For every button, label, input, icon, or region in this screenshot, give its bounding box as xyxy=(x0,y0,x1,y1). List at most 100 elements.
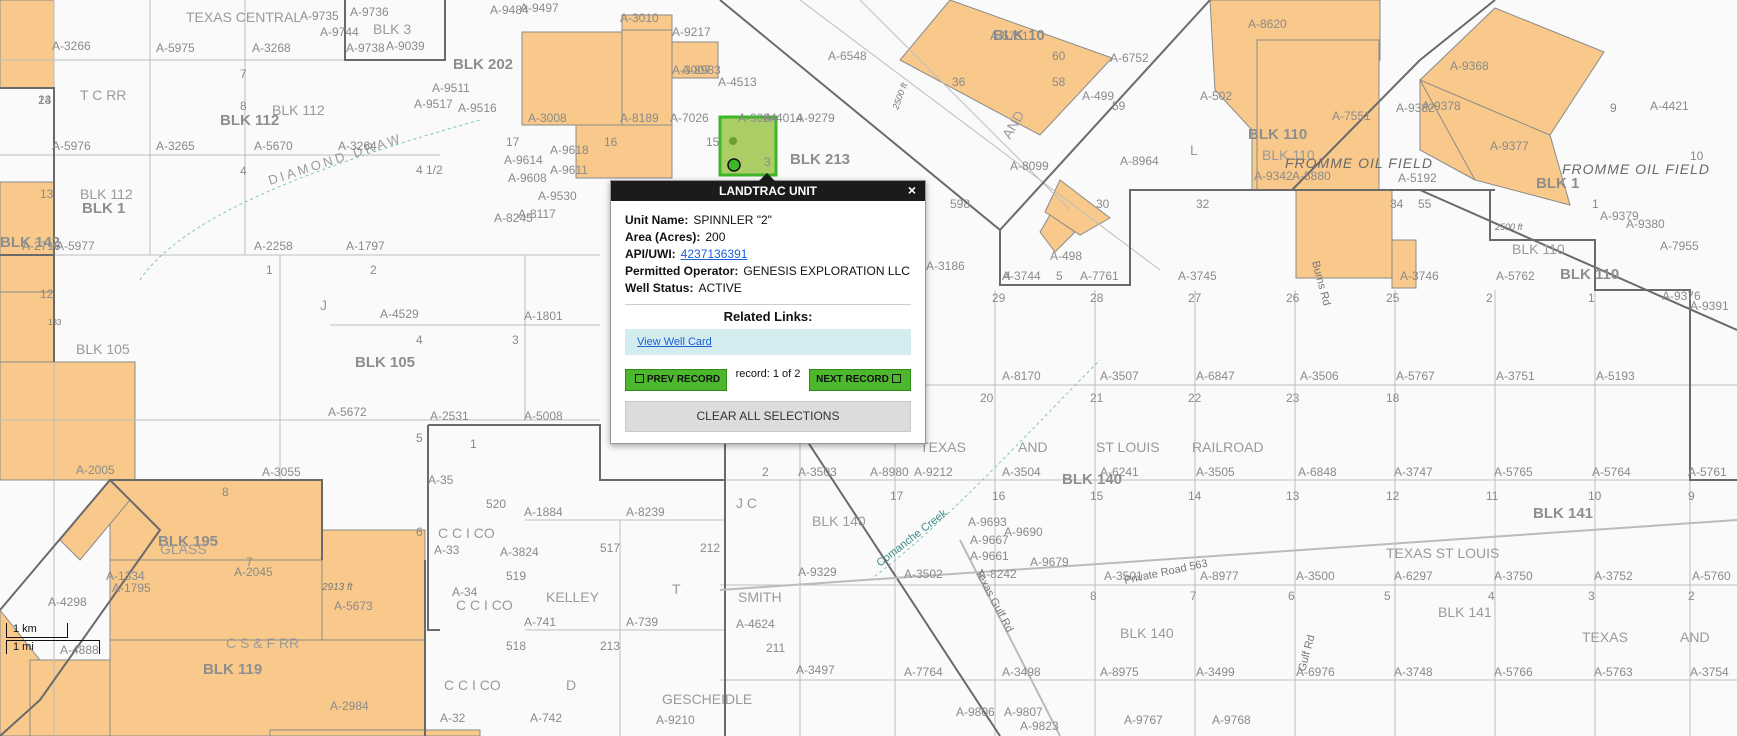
survey-label: J C xyxy=(736,495,757,511)
well-marker-selected[interactable] xyxy=(727,158,741,172)
section-number: 16 xyxy=(604,135,618,149)
abstract-label: A-8620 xyxy=(1248,17,1287,31)
next-record-button[interactable]: NEXT RECORD xyxy=(809,369,911,391)
abstract-label: A-5766 xyxy=(1494,665,1533,679)
section-number: 60 xyxy=(1052,49,1066,63)
popup-header: LANDTRAC UNIT × xyxy=(611,181,925,201)
square-icon xyxy=(891,373,901,383)
popup-pointer xyxy=(759,173,775,181)
abstract-label: A-1884 xyxy=(524,505,563,519)
abstract-label: A-3186 xyxy=(926,259,965,273)
field-label: Area (Acres): xyxy=(625,230,701,244)
section-number: 212 xyxy=(700,541,720,555)
section-number: 9 xyxy=(1688,489,1695,503)
section-number: 5 xyxy=(1056,269,1063,283)
prev-record-button[interactable]: PREV RECORD xyxy=(625,369,727,391)
block-label: BLK 119 xyxy=(203,661,262,678)
abstract-label: A-9511 xyxy=(432,81,470,95)
record-counter: record: 1 of 2 xyxy=(735,368,801,380)
field-label: Permitted Operator: xyxy=(625,264,739,278)
section-number: 29 xyxy=(992,291,1006,305)
scale-bar: 1 km 1 mi xyxy=(6,623,106,657)
abstract-label: A-9744 xyxy=(320,25,359,39)
abstract-label: A-3264 xyxy=(338,139,377,153)
clear-all-selections-button[interactable]: CLEAR ALL SELECTIONS xyxy=(625,401,911,432)
abstract-label: A-3502 xyxy=(904,567,943,581)
abstract-label: A-9517 xyxy=(414,97,453,111)
abstract-label: A-8975 xyxy=(1100,665,1139,679)
distance-label: 2500 ft xyxy=(1494,222,1523,232)
block-label: BLK 110 xyxy=(1560,266,1619,283)
abstract-label: A-5880 xyxy=(1292,169,1331,183)
section-number: 520 xyxy=(486,497,506,511)
abstract-label: A-33 xyxy=(434,543,460,557)
section-number: 4 xyxy=(1004,269,1011,283)
section-number: 58 xyxy=(1052,75,1066,89)
section-number: 518 xyxy=(506,639,526,653)
abstract-label: A-3754 xyxy=(1690,665,1729,679)
block-label: BLK 112 xyxy=(272,102,325,118)
well-marker[interactable] xyxy=(729,137,737,145)
abstract-label: A-2045 xyxy=(234,565,273,579)
survey-label: J xyxy=(320,297,327,313)
section-number: 8 xyxy=(240,99,247,113)
section-number: 13 xyxy=(38,93,52,107)
section-number: 7 xyxy=(1190,589,1197,603)
section-number: 1 xyxy=(1592,197,1599,211)
section-number: 598 xyxy=(950,197,970,211)
abstract-label: A-9736 xyxy=(350,5,389,19)
section-number: 5 xyxy=(1384,589,1391,603)
divider xyxy=(625,304,911,305)
view-well-card-link[interactable]: View Well Card xyxy=(637,336,712,348)
section-number: 12 xyxy=(40,287,54,301)
section-number: 25 xyxy=(1386,291,1400,305)
popup-title: LANDTRAC UNIT xyxy=(719,184,817,198)
section-number: 4 1/2 xyxy=(416,163,443,177)
block-label: BLK 105 xyxy=(355,354,415,371)
section-number: 2 xyxy=(1486,291,1493,305)
abstract-label: A-3497 xyxy=(796,663,835,677)
abstract-label: A-3746 xyxy=(1400,269,1439,283)
abstract-label: A-9329 xyxy=(798,565,837,579)
abstract-label: A-9614 xyxy=(504,153,543,167)
abstract-label: A-3503 xyxy=(798,465,837,479)
abstract-label: A-5008 xyxy=(524,409,563,423)
abstract-label: A-3748 xyxy=(1394,665,1433,679)
abstract-label: A-4513 xyxy=(718,75,757,89)
block-label: BLK 3 xyxy=(373,21,411,37)
unit-info-popup[interactable]: LANDTRAC UNIT × Unit Name: SPINNLER "2" A… xyxy=(610,173,926,444)
abstract-label: A-35 xyxy=(428,473,454,487)
abstract-label: A-739 xyxy=(626,615,658,629)
section-number: 13 xyxy=(40,187,54,201)
section-number: 3 xyxy=(1588,589,1595,603)
abstract-label: A-5976 xyxy=(52,139,91,153)
section-number: 3 xyxy=(764,155,771,169)
abstract-label: A-34 xyxy=(452,585,478,599)
section-number: 10 xyxy=(1690,149,1704,163)
section-number: 26 xyxy=(1286,291,1300,305)
abstract-label: A-9807 xyxy=(1004,705,1043,719)
section-number: 1 xyxy=(1588,291,1595,305)
section-number: 6 xyxy=(416,525,423,539)
close-icon[interactable]: × xyxy=(905,181,919,201)
survey-label: TEXAS xyxy=(920,439,966,455)
survey-label: L xyxy=(1190,142,1198,158)
section-number: 15 xyxy=(1090,489,1104,503)
survey-label: D xyxy=(566,677,576,693)
abstract-label: A-9391 xyxy=(1690,299,1729,313)
abstract-label: A-8099 xyxy=(1010,159,1049,173)
abstract-label: A-3747 xyxy=(1394,465,1433,479)
block-label: BLK 141 xyxy=(1533,505,1593,522)
abstract-label: A-9279 xyxy=(796,111,835,125)
section-number: 20 xyxy=(980,391,994,405)
abstract-label: A-4421 xyxy=(1650,99,1689,113)
section-number: 34 xyxy=(1390,197,1404,211)
section-number: 1 xyxy=(470,437,477,451)
abstract-label: A-3751 xyxy=(1496,369,1535,383)
field-label: FROMME OIL FIELD xyxy=(1562,161,1710,177)
abstract-label: A-5193 xyxy=(1596,369,1635,383)
section-number: 4 xyxy=(416,333,423,347)
api-uwi-link[interactable]: 4237136391 xyxy=(681,247,748,261)
abstract-label: A-1801 xyxy=(524,309,563,323)
abstract-label: A-7551 xyxy=(1332,109,1371,123)
